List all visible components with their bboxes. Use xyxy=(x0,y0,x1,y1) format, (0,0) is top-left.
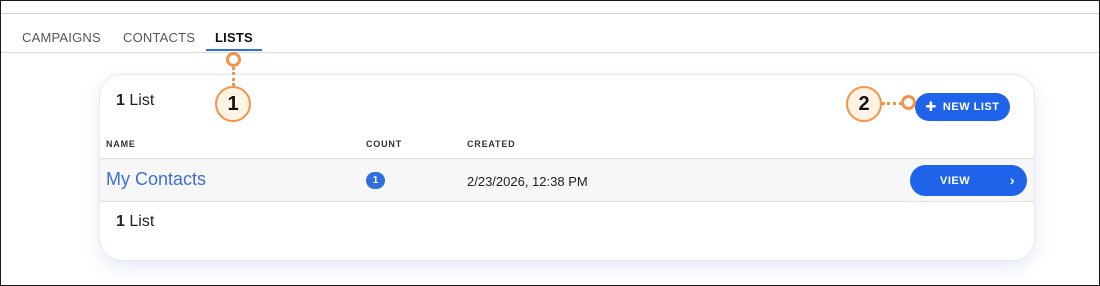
footer-count-number: 1 xyxy=(116,213,125,230)
callout-1-connector xyxy=(232,67,235,86)
list-name-link[interactable]: My Contacts xyxy=(106,169,206,190)
tab-bar: CAMPAIGNS CONTACTS LISTS xyxy=(1,14,1099,53)
table-row: My Contacts 1 2/23/2026, 12:38 PM VIEW › xyxy=(100,158,1034,202)
tab-contacts[interactable]: CONTACTS xyxy=(123,30,195,45)
callout-2-anchor-dot xyxy=(901,95,916,110)
callout-1-anchor-dot xyxy=(226,52,241,67)
tab-campaigns[interactable]: CAMPAIGNS xyxy=(22,30,101,45)
count-badge: 1 xyxy=(366,172,385,189)
column-header-count: COUNT xyxy=(366,139,402,149)
tab-lists[interactable]: LISTS xyxy=(215,30,253,45)
callout-1-badge: 1 xyxy=(215,86,251,122)
plus-icon: ✚ xyxy=(925,99,937,114)
active-tab-indicator xyxy=(206,49,262,51)
list-count-number: 1 xyxy=(116,92,125,109)
created-date: 2/23/2026, 12:38 PM xyxy=(467,174,588,189)
column-header-name: NAME xyxy=(106,139,136,149)
view-label: VIEW xyxy=(940,175,971,187)
list-count-title: 1 List xyxy=(116,92,154,110)
chevron-right-icon: › xyxy=(1009,172,1015,188)
new-list-label: NEW LIST xyxy=(942,101,1000,113)
view-button[interactable]: VIEW › xyxy=(910,165,1027,196)
callout-2-badge: 2 xyxy=(846,86,882,122)
top-bar xyxy=(1,1,1099,14)
column-header-created: CREATED xyxy=(467,139,516,149)
callout-2-connector xyxy=(882,102,902,105)
footer-count-word: List xyxy=(129,213,155,230)
footer-list-count: 1 List xyxy=(116,213,154,231)
list-count-word: List xyxy=(129,92,155,109)
new-list-button[interactable]: ✚ NEW LIST xyxy=(915,93,1010,121)
